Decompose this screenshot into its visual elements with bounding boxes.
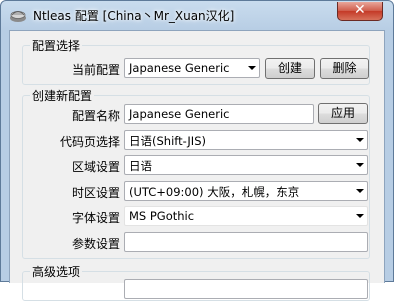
current-config-select[interactable]: Japanese Generic [124,58,260,78]
codepage-label: 代码页选择 [59,135,120,149]
delete-button[interactable]: 删除 [320,58,369,79]
apply-button[interactable]: 应用 [318,103,368,124]
config-select-legend: 配置选择 [30,37,83,54]
font-select[interactable]: MS PGothic [124,206,368,226]
codepage-value: 日语(Shift-JIS) [129,134,206,148]
params-label: 参数设置 [71,237,120,251]
timezone-value: (UTC+09:00) 大阪，札幌，东京 [129,185,300,199]
client-area: 配置选择 当前配置 Japanese Generic 创建 删除 创建新配置 配… [9,30,385,301]
advanced-legend: 高级选项 [30,263,83,280]
chevron-down-icon [248,66,256,70]
chevron-down-icon [356,189,364,193]
locale-label: 区域设置 [71,160,120,174]
app-icon [10,11,26,22]
font-label: 字体设置 [71,211,120,225]
create-button[interactable]: 创建 [265,58,315,79]
title-bar[interactable]: Ntleas 配置 [China丶Mr_Xuan汉化] ✕ [1,1,393,29]
dialog-window: Ntleas 配置 [China丶Mr_Xuan汉化] ✕ 配置选择 当前配置 … [0,0,394,301]
config-name-label: 配置名称 [71,109,120,123]
window-title: Ntleas 配置 [China丶Mr_Xuan汉化] [33,9,235,23]
chevron-down-icon [356,214,364,218]
config-name-value: Japanese Generic [129,107,230,121]
chevron-down-icon [356,163,364,167]
font-value: MS PGothic [129,209,195,223]
locale-value: 日语 [129,159,152,173]
close-icon: ✕ [354,2,366,18]
close-button[interactable]: ✕ [337,2,383,21]
locale-select[interactable]: 日语 [124,155,368,175]
current-config-label: 当前配置 [71,63,120,77]
timezone-label: 时区设置 [71,186,120,200]
chevron-down-icon [356,138,364,142]
current-config-value: Japanese Generic [129,61,230,75]
create-config-legend: 创建新配置 [30,87,95,104]
params-field[interactable] [124,232,368,252]
config-name-field[interactable]: Japanese Generic [124,104,314,124]
codepage-select[interactable]: 日语(Shift-JIS) [124,130,368,150]
timezone-select[interactable]: (UTC+09:00) 大阪，札幌，东京 [124,181,368,201]
advanced-control[interactable] [124,279,368,299]
